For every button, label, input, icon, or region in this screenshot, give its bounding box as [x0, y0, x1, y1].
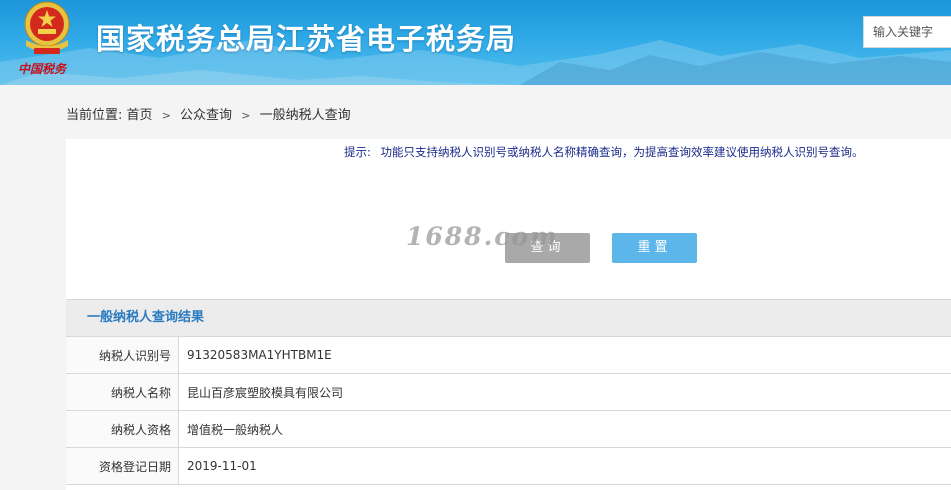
row-label: 纳税人资格 — [66, 411, 179, 448]
tip-text: 功能只支持纳税人识别号或纳税人名称精确查询，为提高查询效率建议使用纳税人识别号查… — [381, 145, 864, 159]
result-panel: 一般纳税人查询结果 纳税人识别号 91320583MA1YHTBM1E 纳税人名… — [66, 299, 951, 490]
emblem-caption: 中国税务 — [18, 60, 78, 77]
query-tip: 提示: 功能只支持纳税人识别号或纳税人名称精确查询，为提高查询效率建议使用纳税人… — [344, 144, 864, 160]
site-title: 国家税务总局江苏省电子税务局 — [96, 16, 516, 58]
breadcrumb-separator: > — [241, 109, 250, 122]
row-label: 纳税人名称 — [66, 374, 179, 411]
query-panel: 提示: 功能只支持纳税人识别号或纳税人名称精确查询，为提高查询效率建议使用纳税人… — [66, 139, 951, 299]
reset-button[interactable]: 重置 — [612, 233, 697, 263]
tip-label: 提示: — [344, 145, 371, 159]
breadcrumb-home-link[interactable]: 首页 — [127, 108, 153, 123]
table-row: 纳税人识别号 91320583MA1YHTBM1E — [66, 337, 951, 374]
breadcrumb-prefix: 当前位置: — [66, 108, 122, 123]
table-row: 纳税人名称 昆山百彦宸塑胶模具有限公司 — [66, 374, 951, 411]
row-value: 91320583MA1YHTBM1E — [179, 337, 951, 374]
row-value: 昆山百彦宸塑胶模具有限公司 — [179, 374, 951, 411]
site-header: 中国税务 国家税务总局江苏省电子税务局 输入关键字 — [0, 0, 951, 85]
breadcrumb: 当前位置: 首页 > 公众查询 > 一般纳税人查询 — [66, 104, 351, 123]
search-input[interactable]: 输入关键字 — [863, 16, 951, 48]
table-row: 纳税人资格 增值税一般纳税人 — [66, 411, 951, 448]
breadcrumb-current-page: 一般纳税人查询 — [260, 108, 351, 123]
row-value: 2019-11-01 — [179, 448, 951, 485]
result-table: 纳税人识别号 91320583MA1YHTBM1E 纳税人名称 昆山百彦宸塑胶模… — [66, 337, 951, 485]
result-title: 一般纳税人查询结果 — [66, 300, 951, 337]
table-row: 资格登记日期 2019-11-01 — [66, 448, 951, 485]
row-label: 纳税人识别号 — [66, 337, 179, 374]
watermark: 1688.com — [406, 222, 559, 251]
row-value: 增值税一般纳税人 — [179, 411, 951, 448]
breadcrumb-separator: > — [162, 109, 171, 122]
row-label: 资格登记日期 — [66, 448, 179, 485]
breadcrumb-public-query-link[interactable]: 公众查询 — [180, 108, 232, 123]
